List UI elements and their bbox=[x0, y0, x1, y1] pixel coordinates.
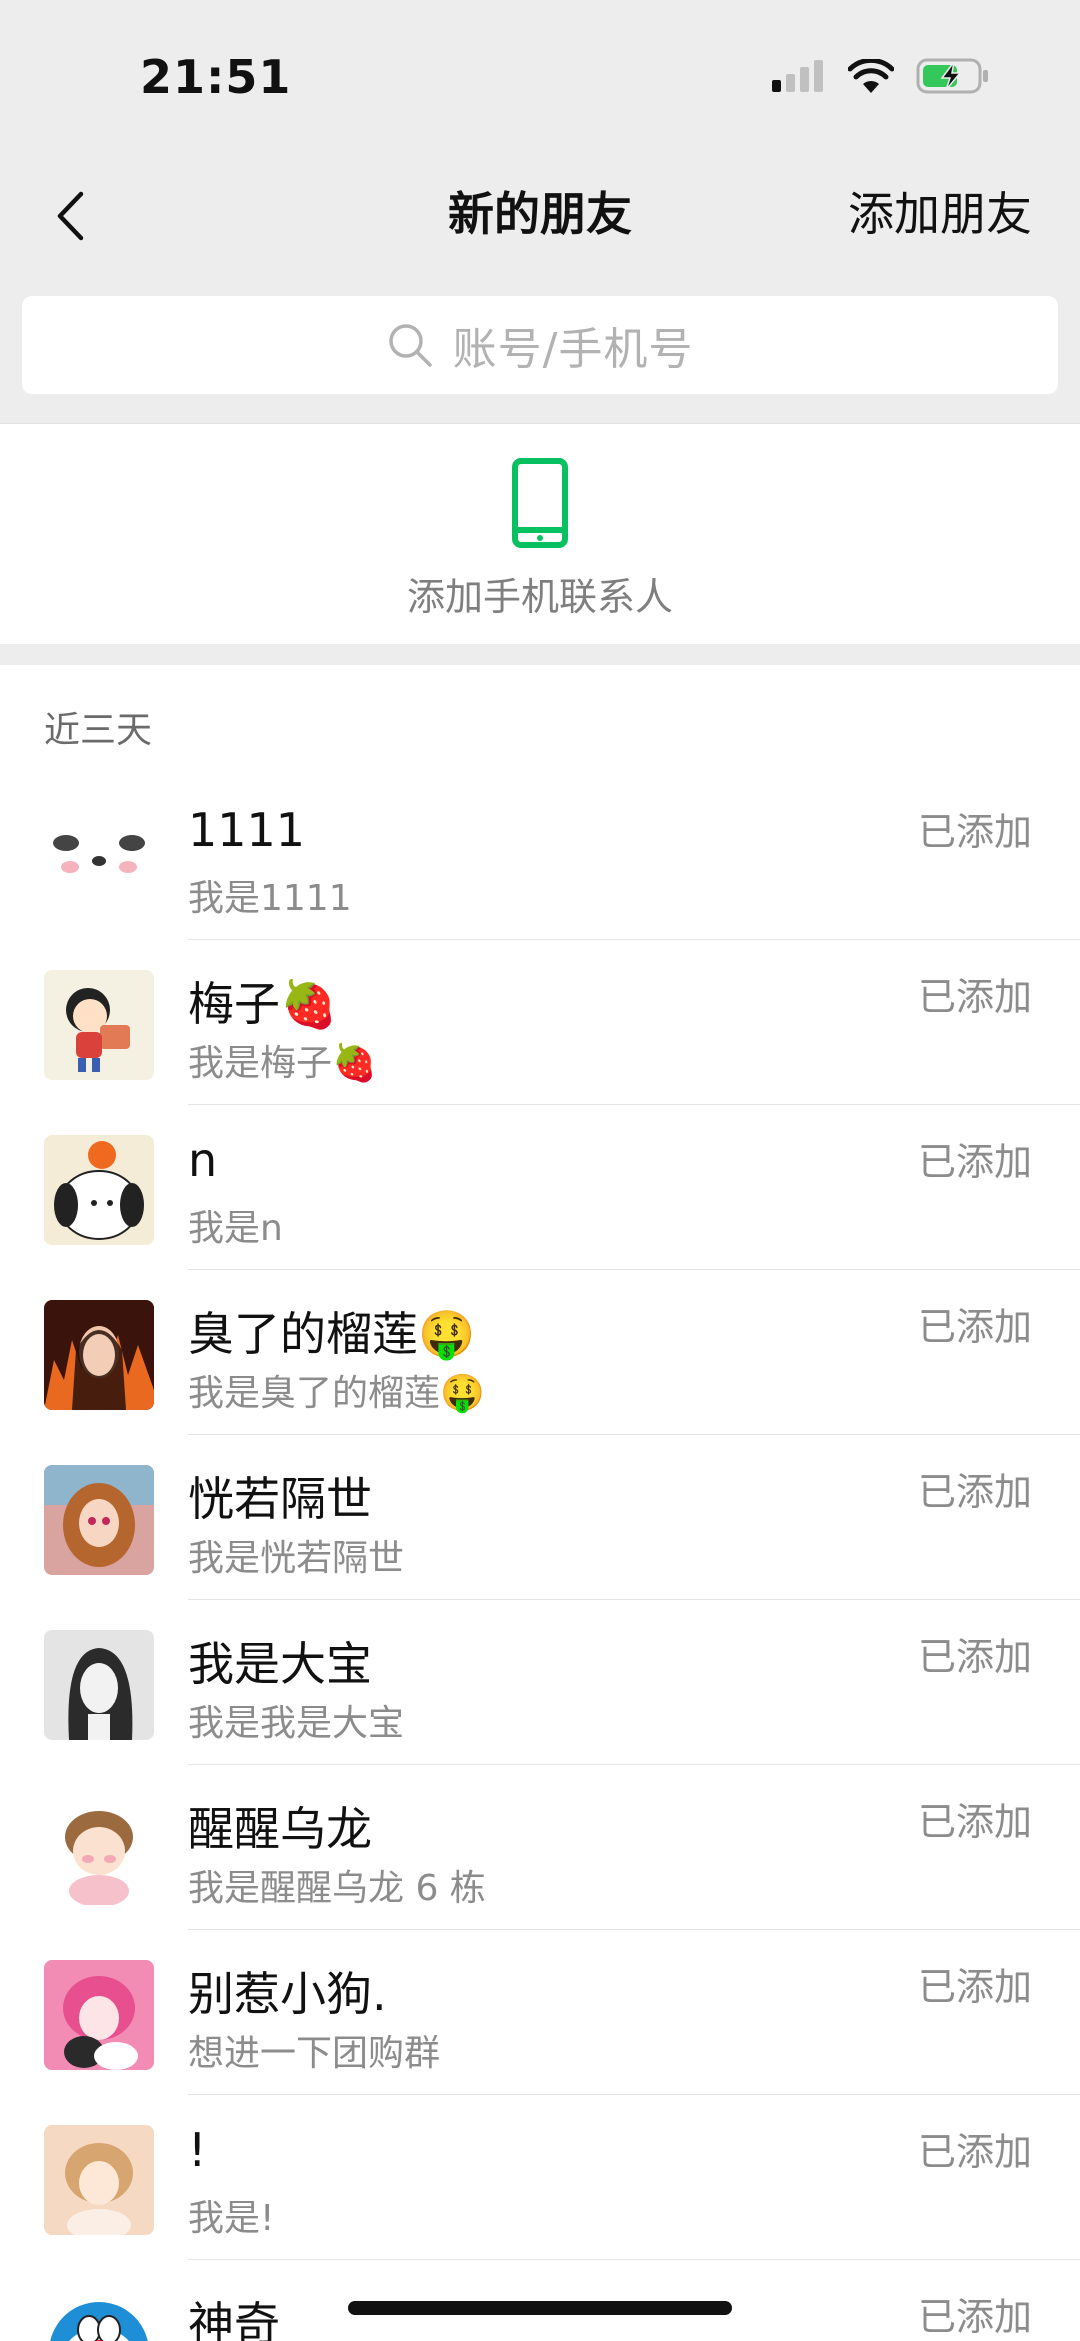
avatar bbox=[44, 1960, 154, 2070]
friend-name: n bbox=[188, 1133, 218, 1187]
friend-message: 我是梅子🍓 bbox=[188, 1043, 377, 1084]
friend-message: 我是臭了的榴莲🤑 bbox=[188, 1373, 485, 1414]
cellular-signal-icon bbox=[772, 60, 826, 96]
list-item[interactable]: ! 我是! 已添加 bbox=[0, 2095, 1080, 2260]
section-header: 近三天 bbox=[44, 710, 153, 751]
friend-request-list-section: 近三天 1111 我是1111 已添加 梅子🍓 我是梅子🍓 已添加 n 我是n … bbox=[0, 665, 1080, 2341]
friend-name: 醒醒乌龙 bbox=[188, 1802, 372, 1856]
added-status: 已添加 bbox=[917, 2295, 1032, 2339]
status-time: 21:51 bbox=[140, 50, 292, 104]
list-item[interactable]: 臭了的榴莲🤑 我是臭了的榴莲🤑 已添加 bbox=[0, 1270, 1080, 1435]
list-item[interactable]: 梅子🍓 我是梅子🍓 已添加 bbox=[0, 940, 1080, 1105]
added-status: 已添加 bbox=[917, 1800, 1032, 1844]
friend-message: 我是醒醒乌龙 6 栋 bbox=[188, 1868, 486, 1909]
friend-name: 神奇 bbox=[188, 2297, 280, 2341]
added-status: 已添加 bbox=[917, 1470, 1032, 1514]
avatar bbox=[44, 1300, 154, 1410]
avatar bbox=[44, 970, 154, 1080]
friend-message: 我是n bbox=[188, 1208, 283, 1249]
list-item[interactable]: 我是大宝 我是我是大宝 已添加 bbox=[0, 1600, 1080, 1765]
friend-name: 梅子🍓 bbox=[188, 977, 338, 1031]
search-icon bbox=[388, 324, 432, 367]
friend-message: 想进一下团购群 bbox=[188, 2033, 441, 2074]
search-input[interactable]: 账号/手机号 bbox=[22, 296, 1058, 394]
added-status: 已添加 bbox=[917, 975, 1032, 1019]
list-item[interactable]: 恍若隔世 我是恍若隔世 已添加 bbox=[0, 1435, 1080, 1600]
added-status: 已添加 bbox=[917, 1635, 1032, 1679]
status-bar: 21:51 bbox=[0, 0, 1080, 160]
status-icons bbox=[772, 57, 990, 98]
avatar bbox=[44, 1795, 154, 1905]
list-item[interactable]: 1111 我是1111 已添加 bbox=[0, 775, 1080, 940]
list-item[interactable]: 别惹小狗. 想进一下团购群 已添加 bbox=[0, 1930, 1080, 2095]
friend-name: 臭了的榴莲🤑 bbox=[188, 1307, 476, 1361]
friend-message: 我是我是大宝 bbox=[188, 1703, 405, 1744]
added-status: 已添加 bbox=[917, 1305, 1032, 1349]
search-placeholder: 账号/手机号 bbox=[452, 324, 694, 375]
add-phone-contacts-button[interactable]: 添加手机联系人 bbox=[0, 423, 1080, 644]
added-status: 已添加 bbox=[917, 1965, 1032, 2009]
avatar bbox=[44, 1465, 154, 1575]
avatar bbox=[44, 2125, 154, 2235]
friend-message: 我是! bbox=[188, 2198, 275, 2239]
friend-message: 我是1111 bbox=[188, 878, 352, 919]
added-status: 已添加 bbox=[917, 2130, 1032, 2174]
added-status: 已添加 bbox=[917, 1140, 1032, 1184]
friend-name: 1111 bbox=[188, 803, 306, 857]
friend-name: 别惹小狗. bbox=[188, 1967, 387, 2021]
friend-name: ! bbox=[188, 2123, 207, 2177]
new-friends-screen: 21:51 新的朋友 添加朋友 账号/手机号 添加手机联系人 近三天 1111 … bbox=[0, 0, 1080, 2341]
avatar bbox=[44, 1135, 154, 1245]
friend-list: 1111 我是1111 已添加 梅子🍓 我是梅子🍓 已添加 n 我是n 已添加 … bbox=[0, 775, 1080, 2341]
friend-name: 我是大宝 bbox=[188, 1637, 372, 1691]
list-item[interactable]: n 我是n 已添加 bbox=[0, 1105, 1080, 1270]
added-status: 已添加 bbox=[917, 810, 1032, 854]
wifi-icon bbox=[847, 57, 895, 97]
avatar bbox=[44, 2290, 154, 2341]
friend-name: 恍若隔世 bbox=[188, 1472, 372, 1526]
avatar bbox=[44, 1630, 154, 1740]
friend-message: 我是恍若隔世 bbox=[188, 1538, 405, 1579]
navigation-bar: 新的朋友 添加朋友 bbox=[0, 160, 1080, 300]
add-friend-button[interactable]: 添加朋友 bbox=[848, 178, 1032, 244]
avatar bbox=[44, 805, 154, 915]
list-item[interactable]: 醒醒乌龙 我是醒醒乌龙 6 栋 已添加 bbox=[0, 1765, 1080, 1930]
battery-charging-icon bbox=[916, 58, 990, 98]
add-phone-contacts-label: 添加手机联系人 bbox=[406, 575, 673, 619]
mobile-phone-icon bbox=[512, 458, 568, 548]
home-indicator[interactable] bbox=[348, 2301, 732, 2315]
